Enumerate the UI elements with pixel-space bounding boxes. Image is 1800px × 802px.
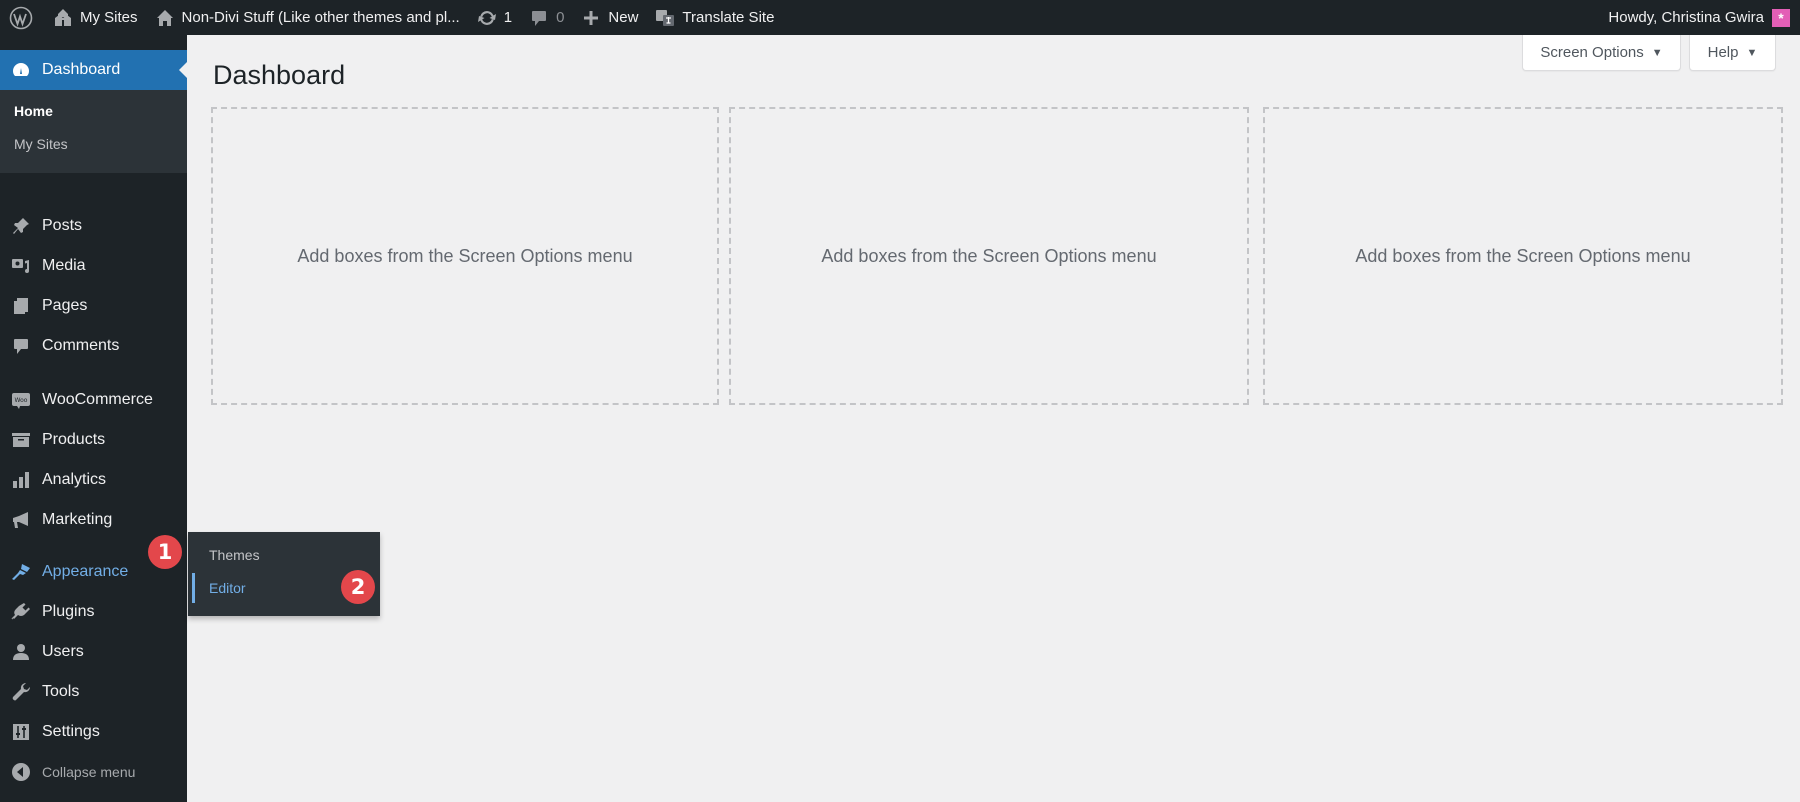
avatar: * (1772, 8, 1790, 27)
pin-icon (10, 215, 32, 237)
sidebar-item-plugins[interactable]: Plugins (0, 592, 187, 632)
dashboard-widget-area-1: Add boxes from the Screen Options menu (211, 107, 719, 405)
site-name-menu[interactable]: Non-Divi Stuff (Like other themes and pl… (146, 0, 468, 35)
greeting: Howdy, Christina Gwira (1608, 9, 1764, 26)
sidebar-item-label: Tools (42, 683, 80, 700)
updates-menu[interactable]: 1 (468, 0, 520, 35)
comments-menu[interactable]: 0 (520, 0, 572, 35)
translate-icon (654, 7, 676, 29)
media-icon (10, 255, 32, 277)
translate-site-menu[interactable]: Translate Site (646, 0, 782, 35)
bar-chart-icon (10, 469, 32, 491)
comment-icon (528, 7, 550, 29)
sidebar-item-label: Dashboard (42, 61, 121, 78)
dashboard-widget-area-2: Add boxes from the Screen Options menu (729, 107, 1249, 405)
collapse-label: Collapse menu (42, 764, 136, 780)
pages-icon (10, 295, 32, 317)
sidebar-item-label: Settings (42, 723, 100, 740)
plus-icon (580, 7, 602, 29)
my-account-menu[interactable]: Howdy, Christina Gwira * (1600, 0, 1800, 35)
site-name-label: Non-Divi Stuff (Like other themes and pl… (181, 9, 460, 26)
dashboard-submenu: Home My Sites (0, 90, 187, 173)
sidebar-item-label: Posts (42, 217, 83, 234)
sidebar-item-comments[interactable]: Comments (0, 326, 187, 366)
sidebar-item-settings[interactable]: Settings (0, 712, 187, 752)
comment-icon (10, 335, 32, 357)
archive-icon (10, 429, 32, 451)
settings-icon (10, 721, 32, 743)
wordpress-logo-icon (8, 5, 34, 31)
sidebar-item-label: Products (42, 431, 106, 448)
sidebar-item-woocommerce[interactable]: Woo WooCommerce (0, 380, 187, 420)
translate-label: Translate Site (682, 9, 775, 26)
svg-text:Woo: Woo (15, 397, 28, 404)
wp-logo-menu[interactable] (0, 0, 44, 35)
sidebar-item-marketing[interactable]: Marketing (0, 500, 187, 540)
empty-placeholder: Add boxes from the Screen Options menu (821, 245, 1157, 266)
collapse-menu-button[interactable]: Collapse menu (0, 752, 187, 792)
admin-sidebar: Dashboard Home My Sites Posts Media Page… (0, 35, 187, 802)
sidebar-item-tools[interactable]: Tools (0, 672, 187, 712)
caret-down-icon: ▼ (1746, 46, 1758, 59)
step-badge-1: 1 (148, 535, 182, 569)
my-sites-label: My Sites (80, 9, 138, 26)
sidebar-item-label: Appearance (42, 563, 129, 580)
plugin-icon (10, 601, 32, 623)
sidebar-item-label: Users (42, 643, 84, 660)
sidebar-item-users[interactable]: Users (0, 632, 187, 672)
woo-icon: Woo (10, 389, 32, 411)
caret-down-icon: ▼ (1651, 46, 1663, 59)
help-button[interactable]: Help ▼ (1689, 35, 1776, 71)
dashboard-icon (10, 59, 32, 81)
sidebar-item-label: Analytics (42, 471, 107, 488)
my-sites-menu[interactable]: My Sites (44, 0, 146, 35)
flyout-item-themes[interactable]: Themes (209, 547, 260, 563)
updates-icon (476, 7, 498, 29)
sidebar-item-label: Pages (42, 297, 88, 314)
wrench-icon (10, 681, 32, 703)
empty-placeholder: Add boxes from the Screen Options menu (297, 245, 633, 266)
submenu-home[interactable]: Home (14, 103, 53, 119)
updates-count: 1 (503, 9, 513, 26)
page-title: Dashboard (213, 60, 346, 90)
focus-indicator (192, 573, 195, 603)
sidebar-item-label: Plugins (42, 603, 95, 620)
comments-count: 0 (556, 9, 565, 26)
help-label: Help (1707, 44, 1739, 61)
sidebar-item-label: Media (42, 257, 86, 274)
current-indicator (179, 62, 187, 78)
user-icon (10, 641, 32, 663)
new-label: New (608, 9, 639, 26)
megaphone-icon (10, 509, 32, 531)
sidebar-item-analytics[interactable]: Analytics (0, 460, 187, 500)
brush-icon (10, 561, 32, 583)
sidebar-item-products[interactable]: Products (0, 420, 187, 460)
submenu-my-sites[interactable]: My Sites (14, 136, 68, 152)
dashboard-widget-area-3: Add boxes from the Screen Options menu (1263, 107, 1783, 405)
sidebar-item-label: Marketing (42, 511, 113, 528)
flyout-item-editor[interactable]: Editor (209, 580, 246, 596)
new-content-menu[interactable]: New (572, 0, 646, 35)
home-icon (154, 7, 176, 29)
screen-options-label: Screen Options (1540, 44, 1644, 61)
screen-options-button[interactable]: Screen Options ▼ (1522, 35, 1681, 71)
sidebar-item-posts[interactable]: Posts (0, 206, 187, 246)
my-sites-icon (52, 7, 74, 29)
empty-placeholder: Add boxes from the Screen Options menu (1355, 245, 1691, 266)
sidebar-item-pages[interactable]: Pages (0, 286, 187, 326)
step-badge-2: 2 (341, 570, 375, 604)
admin-bar: My Sites Non-Divi Stuff (Like other them… (0, 0, 1800, 35)
sidebar-item-label: WooCommerce (42, 391, 153, 408)
collapse-icon (10, 761, 32, 783)
sidebar-item-label: Comments (42, 337, 120, 354)
sidebar-item-dashboard[interactable]: Dashboard (0, 50, 187, 90)
sidebar-item-media[interactable]: Media (0, 246, 187, 286)
